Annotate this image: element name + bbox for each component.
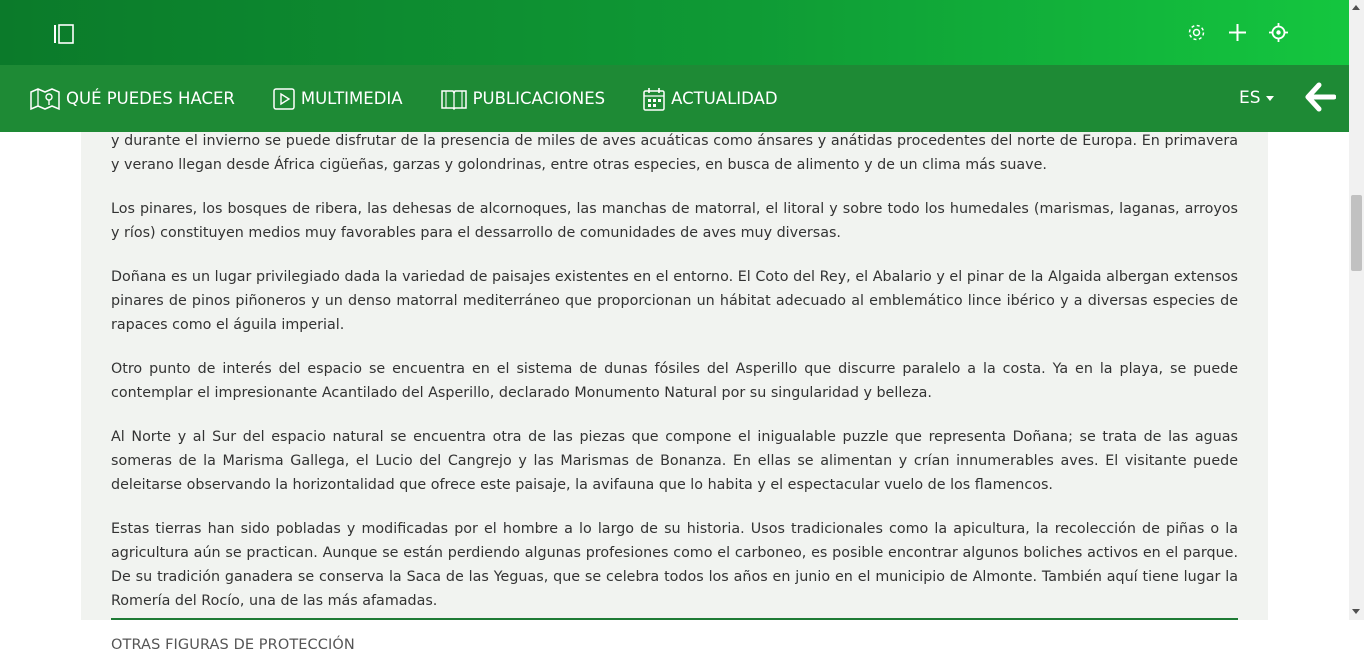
scroll-up-arrow-icon[interactable] bbox=[1352, 5, 1360, 10]
scroll-thumb[interactable] bbox=[1351, 195, 1362, 271]
chevron-down-icon bbox=[1265, 95, 1274, 101]
nav-label: QUÉ PUEDES HACER bbox=[66, 89, 235, 108]
article-body: y durante el invierno se puede disfrutar… bbox=[111, 129, 1238, 657]
map-pin-icon bbox=[30, 87, 60, 110]
nav-item-que-puedes-hacer[interactable]: QUÉ PUEDES HACER bbox=[30, 87, 235, 111]
nav-item-multimedia[interactable]: MULTIMEDIA bbox=[273, 87, 403, 110]
sidebar-toggle-icon[interactable] bbox=[52, 23, 76, 45]
play-icon bbox=[273, 87, 295, 110]
nav-item-actualidad[interactable]: ACTUALIDAD bbox=[643, 87, 778, 111]
paragraph: Al Norte y al Sur del espacio natural se… bbox=[111, 429, 1238, 493]
language-selector[interactable]: ES bbox=[1239, 88, 1274, 108]
calendar-icon bbox=[643, 87, 665, 111]
location-target-icon[interactable] bbox=[1268, 22, 1289, 43]
language-label: ES bbox=[1239, 88, 1261, 108]
paragraph: Doñana es un lugar privilegiado dada la … bbox=[111, 269, 1238, 333]
nav-item-publicaciones[interactable]: PUBLICACIONES bbox=[440, 88, 606, 110]
plus-icon[interactable] bbox=[1227, 22, 1248, 43]
gear-icon[interactable] bbox=[1186, 22, 1207, 43]
paragraph: Otro punto de interés del espacio se enc… bbox=[111, 361, 1238, 401]
scroll-down-arrow-icon[interactable] bbox=[1352, 609, 1360, 614]
nav-label: PUBLICACIONES bbox=[472, 89, 606, 108]
top-bar bbox=[0, 0, 1349, 65]
nav-items: QUÉ PUEDES HACER MULTIMEDIA PUBLICACIONE… bbox=[30, 65, 816, 132]
vertical-scrollbar[interactable] bbox=[1349, 0, 1364, 620]
main-navigation: QUÉ PUEDES HACER MULTIMEDIA PUBLICACIONE… bbox=[0, 65, 1349, 132]
section-heading[interactable]: OTRAS FIGURAS DE PROTECCIÓN bbox=[111, 633, 1238, 657]
content-panel: y durante el invierno se puede disfrutar… bbox=[81, 132, 1268, 653]
book-icon bbox=[440, 89, 467, 110]
paragraph: Los pinares, los bosques de ribera, las … bbox=[111, 201, 1238, 241]
nav-label: ACTUALIDAD bbox=[671, 89, 778, 108]
back-arrow-icon[interactable] bbox=[1304, 82, 1336, 112]
paragraph: Estas tierras han sido pobladas y modifi… bbox=[111, 521, 1238, 609]
nav-label: MULTIMEDIA bbox=[300, 89, 403, 108]
top-icons bbox=[1186, 22, 1289, 43]
paragraph: y durante el invierno se puede disfrutar… bbox=[111, 133, 1238, 173]
